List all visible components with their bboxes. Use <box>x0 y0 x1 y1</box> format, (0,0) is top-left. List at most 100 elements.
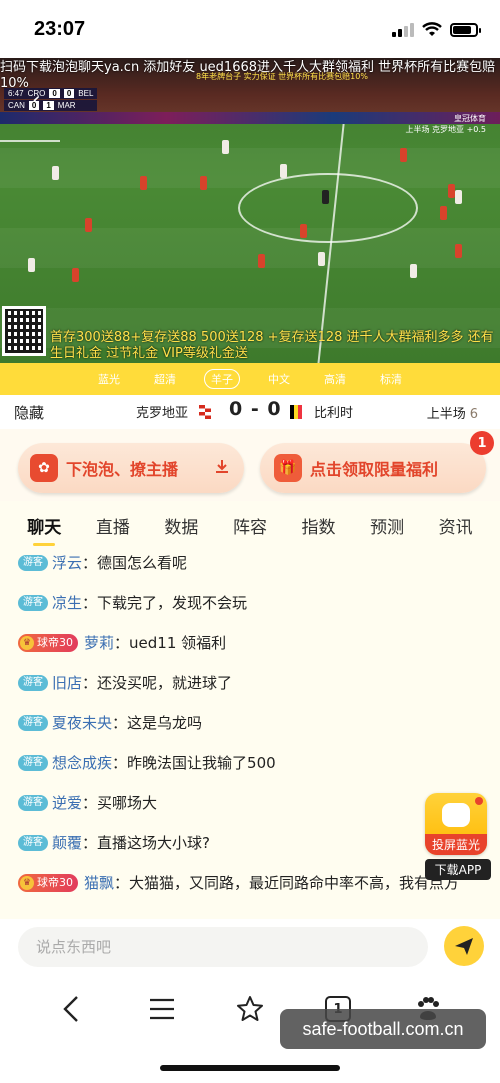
pitch-stripe <box>0 148 500 188</box>
chat-username[interactable]: 夏夜未央 <box>52 713 112 733</box>
quality-option-active[interactable]: 羊子 <box>204 369 240 389</box>
tab-prediction[interactable]: 预测 <box>370 505 404 546</box>
player <box>440 206 447 220</box>
quality-option[interactable]: 高清 <box>318 370 352 388</box>
claim-welfare-button[interactable]: 🎁 点击领取限量福利 1 <box>260 431 494 493</box>
chat-username[interactable]: 猫飘 <box>84 873 114 893</box>
match-header: 隐藏 克罗地亚 0 - 0 比利时 上半场 6 <box>0 395 500 429</box>
promo-overlay-bottom: 首存300送88+复存送88 500送128 +复存送128 进千人大群福利多多… <box>50 330 494 361</box>
tab-chat[interactable]: 聊天 <box>27 505 61 546</box>
score-overlay: 6:47 CRO 0 0 BEL CAN 0 1 MAR <box>4 88 98 112</box>
vip-badge: ♛ 球帝30 <box>18 634 78 652</box>
tab-news[interactable]: 资讯 <box>439 505 473 546</box>
pitch-stripe <box>0 228 500 268</box>
chat-message: 游客 颠覆： 直播这场大小球? <box>18 833 210 853</box>
chat-text: ued11 领福利 <box>129 634 227 652</box>
chat-username[interactable]: 萝莉 <box>84 633 114 653</box>
browser-nav: 1 safe-football.com.cn <box>0 975 500 1083</box>
send-icon <box>455 938 473 955</box>
tab-data[interactable]: 数据 <box>164 505 198 546</box>
quality-selector: 蓝光 超清 羊子 中文 高清 标清 <box>0 363 500 395</box>
quality-option[interactable]: 标清 <box>374 370 408 388</box>
vip-badge: ♛ 球帝30 <box>18 874 78 892</box>
guest-badge: 游客 <box>18 595 48 611</box>
back-icon[interactable]: ‹ <box>32 88 41 113</box>
chat-message: ♛ 球帝30 猫飘： 大猫猫，又同路，最近同路命中率不高，我有点方 <box>18 873 468 893</box>
chat-text: 大猫猫，又同路，最近同路命中率不高，我有点方 <box>129 874 460 892</box>
battery-icon <box>450 22 481 37</box>
chat-username[interactable]: 凉生 <box>52 593 82 613</box>
qr-code-icon <box>2 306 46 356</box>
player <box>222 140 229 154</box>
chat-username[interactable]: 逆爱 <box>52 793 82 813</box>
away-team: 比利时 <box>314 406 354 421</box>
tab-live[interactable]: 直播 <box>96 505 130 546</box>
player <box>258 254 265 268</box>
chat-text: 下载完了，发现不会玩 <box>97 594 248 612</box>
gift-icon: 🎁 <box>274 454 302 482</box>
player <box>72 268 79 282</box>
floating-app-ad[interactable]: 投屏蓝光 下载APP <box>425 793 491 880</box>
star-icon <box>237 996 263 1021</box>
tab-odds[interactable]: 指数 <box>302 505 336 546</box>
notification-dot <box>475 797 483 805</box>
chat-username[interactable]: 浮云 <box>52 553 82 573</box>
player <box>280 164 287 178</box>
guest-badge: 游客 <box>18 715 48 731</box>
quality-option[interactable]: 蓝光 <box>92 370 126 388</box>
match-period: 上半场 6 <box>426 407 478 422</box>
chat-text: 买哪场大 <box>97 794 158 812</box>
menu-button[interactable] <box>142 989 182 1029</box>
guest-badge: 游客 <box>18 555 48 571</box>
bookmark-button[interactable] <box>230 989 270 1029</box>
chat-message: 游客 凉生： 下载完了，发现不会玩 <box>18 593 247 613</box>
player <box>410 264 417 278</box>
crown-icon: ♛ <box>20 636 34 650</box>
download-app-button[interactable]: ✿ 下泡泡、撩主播 <box>18 443 244 493</box>
chat-text: 昨晚法国让我输了500 <box>127 754 276 772</box>
home-team: 克罗地亚 <box>136 406 189 421</box>
chat-message: 游客 夏夜未央： 这是乌龙吗 <box>18 713 202 733</box>
guest-badge: 游客 <box>18 795 48 811</box>
score-row: CAN 0 1 MAR <box>4 100 98 111</box>
chat-message: 游客 逆爱： 买哪场大 <box>18 793 157 813</box>
tab-bar: 聊天 直播 数据 阵容 指数 预测 资讯 <box>0 501 500 549</box>
chat-username[interactable]: 旧店 <box>52 673 82 693</box>
crown-icon: ♛ <box>20 876 34 890</box>
back-button[interactable] <box>52 989 92 1029</box>
chat-text: 这是乌龙吗 <box>127 714 203 732</box>
site-watermark: safe-football.com.cn <box>280 1009 486 1049</box>
chat-username[interactable]: 颠覆 <box>52 833 82 853</box>
chat-message: ♛ 球帝30 萝莉： ued11 领福利 <box>18 633 226 653</box>
player <box>85 218 92 232</box>
match-score: 0 - 0 <box>229 398 282 420</box>
send-button[interactable] <box>444 926 484 966</box>
chat-text: 德国怎么看呢 <box>97 554 188 572</box>
score-row: 6:47 CRO 0 0 BEL <box>4 88 98 99</box>
download-icon <box>214 458 230 478</box>
cast-app-icon[interactable]: 投屏蓝光 <box>425 793 487 855</box>
promo-overlay-top: 8年老牌台子 实力保证 世界杯所有比赛包赔10% <box>196 72 368 81</box>
download-app-label[interactable]: 下载APP <box>425 859 491 880</box>
chat-message: 游客 旧店： 还没买呢，就进球了 <box>18 673 232 693</box>
chevron-left-icon <box>63 996 78 1022</box>
chat-username[interactable]: 想念成疾 <box>52 753 112 773</box>
hide-button[interactable]: 隐藏 <box>14 402 44 423</box>
belgium-flag-icon <box>290 405 302 419</box>
action-buttons: ✿ 下泡泡、撩主播 🎁 点击领取限量福利 1 <box>0 429 500 501</box>
home-indicator <box>160 1065 340 1071</box>
player <box>455 244 462 258</box>
chat-input[interactable] <box>18 927 428 967</box>
quality-option[interactable]: 超清 <box>148 370 182 388</box>
tab-lineup[interactable]: 阵容 <box>233 505 267 546</box>
notification-badge: 1 <box>470 431 494 455</box>
quality-option[interactable]: 中文 <box>262 370 296 388</box>
video-player[interactable]: 扫码下载泡泡聊天ya.cn 添加好友 ued1668进入千人大群领福利 世界杯所… <box>0 58 500 363</box>
chat-text: 直播这场大小球? <box>97 834 210 852</box>
cast-label: 投屏蓝光 <box>425 834 487 855</box>
mascot-icon <box>442 803 470 827</box>
chat-input-bar <box>0 919 500 975</box>
player <box>200 176 207 190</box>
guest-badge: 游客 <box>18 675 48 691</box>
status-time: 23:07 <box>34 18 86 40</box>
